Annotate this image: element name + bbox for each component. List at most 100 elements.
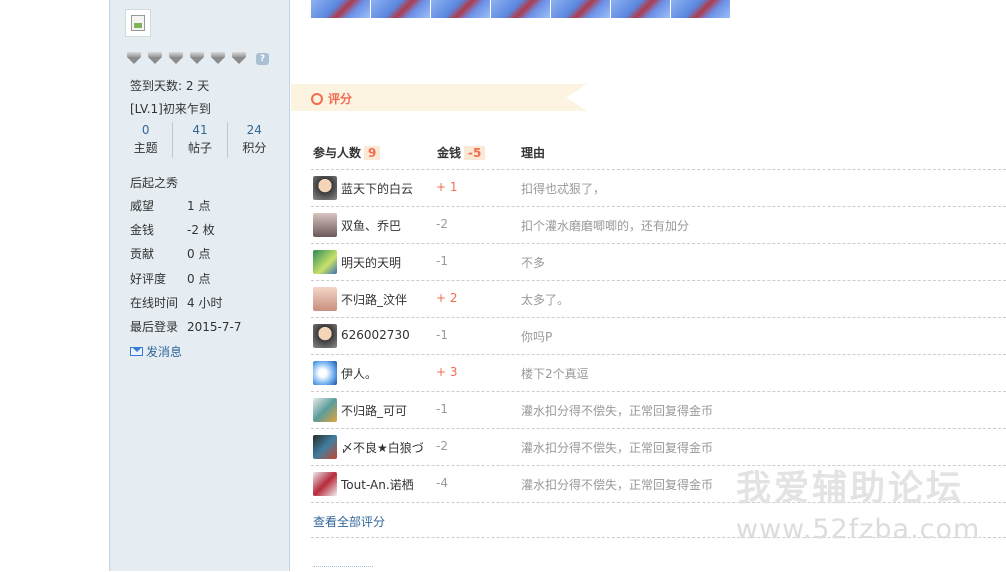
image-tile — [491, 0, 551, 18]
rating-money: -2 — [436, 439, 448, 453]
stat-posts-count[interactable]: 41 — [173, 122, 226, 138]
diamond-medal-icon[interactable] — [168, 52, 184, 64]
detail-value: 2015-7-7 — [187, 320, 242, 334]
rater-name[interactable]: 不归路_汶伴 — [341, 291, 407, 308]
detail-contribution: 贡献 0 点 — [130, 245, 280, 262]
user-rank: 后起之秀 — [130, 176, 179, 190]
stat-credits-label: 积分 — [242, 141, 267, 155]
rating-money: -4 — [436, 476, 448, 490]
avatar[interactable] — [125, 9, 151, 37]
detail-key: 金钱 — [130, 223, 155, 237]
detail-value: 0 点 — [187, 272, 211, 286]
rating-reason: 你吗P — [521, 330, 553, 344]
participants-count: 9 — [364, 146, 381, 160]
medal-row — [126, 52, 247, 66]
user-avatar[interactable] — [313, 361, 337, 385]
user-avatar[interactable] — [313, 250, 337, 274]
rater-name[interactable]: Tout-An.诺栖 — [341, 476, 414, 493]
diamond-medal-icon[interactable] — [189, 52, 205, 64]
user-stats: 0 主题 41 帖子 24 积分 — [119, 122, 281, 158]
user-avatar[interactable] — [313, 472, 337, 496]
broken-image-icon — [131, 15, 145, 31]
watermark-title: 我爱辅助论坛 — [736, 469, 965, 509]
detail-money: 金钱 -2 枚 — [130, 221, 280, 238]
stat-threads-count[interactable]: 0 — [119, 122, 172, 138]
money-label: 金钱 — [437, 146, 462, 160]
rating-row: 双鱼、乔巴 -2 扣个灌水磨磨唧唧的，还有加分 — [311, 206, 1006, 243]
rater-name[interactable]: 双鱼、乔巴 — [341, 217, 401, 234]
rating-reason: 扣个灌水磨磨唧唧的，还有加分 — [521, 219, 690, 233]
cut-off-link — [313, 566, 373, 572]
stat-credits-count[interactable]: 24 — [228, 122, 281, 138]
detail-value: 4 小时 — [187, 296, 223, 310]
send-message-label: 发消息 — [146, 345, 183, 359]
rating-money: -2 — [436, 217, 448, 231]
view-all-ratings-link[interactable]: 查看全部评分 — [313, 513, 385, 530]
rating-money: + 2 — [436, 291, 458, 305]
checkin-days: 签到天数: 2 天 — [130, 79, 210, 93]
rating-reason: 不多 — [521, 256, 546, 270]
detail-key: 贡献 — [130, 247, 155, 261]
participants-header: 参与人数 9 — [313, 144, 381, 161]
rating-money: -1 — [436, 402, 448, 416]
image-tile — [311, 0, 371, 18]
rater-name[interactable]: 不归路_可可 — [341, 402, 407, 419]
diamond-medal-icon[interactable] — [147, 52, 163, 64]
money-header: 金钱 -5 — [437, 144, 486, 161]
rating-row: 蓝天下的白云 + 1 扣得也忒狠了， — [311, 169, 1006, 206]
rater-name[interactable]: 伊人。 — [341, 365, 377, 382]
stat-threads-label: 主题 — [133, 141, 158, 155]
rating-reason: 灌水扣分得不偿失，正常回复得金币 — [521, 441, 714, 455]
user-avatar[interactable] — [313, 213, 337, 237]
detail-value: -2 枚 — [187, 223, 215, 237]
rating-money: + 3 — [436, 365, 458, 379]
stat-posts[interactable]: 41 帖子 — [173, 122, 228, 158]
rater-name[interactable]: 〆不良★白狼づ — [341, 439, 424, 456]
envelope-icon — [130, 347, 143, 356]
user-avatar[interactable] — [313, 324, 337, 348]
send-message-link[interactable]: 发消息 — [130, 343, 182, 360]
rating-row: 不归路_汶伴 + 2 太多了。 — [311, 280, 1006, 317]
rating-row: 626002730 -1 你吗P — [311, 317, 1006, 354]
rater-name[interactable]: 蓝天下的白云 — [341, 180, 413, 197]
detail-reputation: 好评度 0 点 — [130, 270, 280, 287]
stat-credits[interactable]: 24 积分 — [228, 122, 281, 158]
watermark-url: www.52fzba.com — [736, 514, 981, 545]
diamond-medal-icon[interactable] — [126, 52, 142, 64]
participants-label: 参与人数 — [313, 146, 362, 160]
image-tile — [551, 0, 611, 18]
diamond-medal-icon[interactable] — [231, 52, 247, 64]
image-tile — [431, 0, 491, 18]
image-tile — [371, 0, 431, 18]
user-avatar[interactable] — [313, 176, 337, 200]
detail-key: 好评度 — [130, 272, 167, 286]
user-avatar[interactable] — [313, 435, 337, 459]
detail-prestige: 威望 1 点 — [130, 197, 280, 214]
rater-name[interactable]: 明天的天明 — [341, 254, 401, 271]
rating-money: -1 — [436, 328, 448, 342]
user-avatar[interactable] — [313, 287, 337, 311]
rating-reason: 太多了。 — [521, 293, 570, 307]
detail-last-login: 最后登录 2015-7-7 — [130, 318, 280, 335]
money-total: -5 — [464, 146, 486, 160]
rating-reason: 灌水扣分得不偿失，正常回复得金币 — [521, 478, 714, 492]
rating-money: -1 — [436, 254, 448, 268]
detail-key: 威望 — [130, 199, 155, 213]
detail-key: 最后登录 — [130, 320, 179, 334]
detail-online-time: 在线时间 4 小时 — [130, 294, 280, 311]
stat-threads[interactable]: 0 主题 — [119, 122, 174, 158]
post-image-strip — [311, 0, 731, 18]
rating-row: 明天的天明 -1 不多 — [311, 243, 1006, 280]
user-avatar[interactable] — [313, 398, 337, 422]
detail-value: 1 点 — [187, 199, 211, 213]
rater-name[interactable]: 626002730 — [341, 328, 410, 342]
user-level[interactable]: [LV.1]初来乍到 — [130, 100, 211, 117]
detail-key: 在线时间 — [130, 296, 179, 310]
diamond-medal-icon[interactable] — [210, 52, 226, 64]
reason-header: 理由 — [521, 146, 546, 160]
rating-row: 伊人。 + 3 楼下2个真逗 — [311, 354, 1006, 391]
image-tile — [611, 0, 671, 18]
circle-icon — [311, 93, 323, 105]
help-icon[interactable]: ? — [256, 53, 269, 65]
rating-reason: 楼下2个真逗 — [521, 367, 589, 381]
